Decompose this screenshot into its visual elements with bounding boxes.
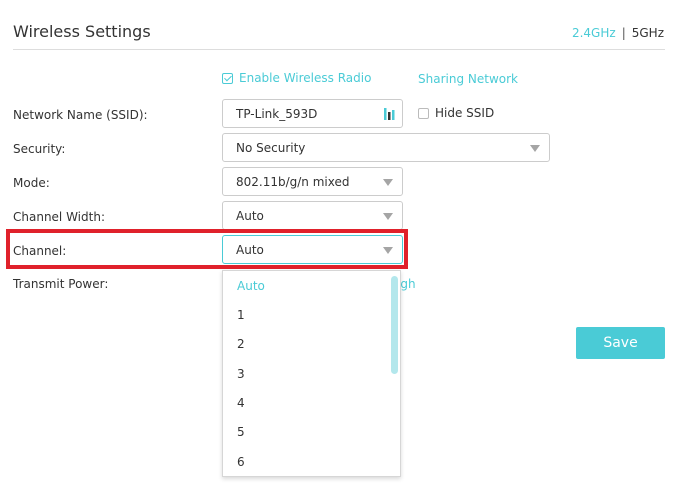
title-divider [13, 49, 665, 50]
channel-select[interactable]: Auto [222, 235, 403, 264]
channel-width-value: Auto [236, 208, 264, 223]
hide-ssid-checkbox[interactable]: Hide SSID [418, 106, 494, 120]
mode-select[interactable]: 802.11b/g/n mixed [222, 167, 403, 196]
channel-option-auto[interactable]: Auto [237, 279, 265, 293]
channel-option-5[interactable]: 5 [237, 425, 245, 439]
channel-width-label: Channel Width: [13, 210, 105, 224]
band-tabs: 2.4GHz | 5GHz [572, 26, 664, 40]
mode-label: Mode: [13, 176, 50, 190]
security-select[interactable]: No Security [222, 133, 550, 162]
channel-dropdown: Auto 1 2 3 4 5 6 [222, 270, 401, 477]
checkbox-unchecked-icon[interactable] [418, 107, 429, 119]
checkbox-checked-icon[interactable] [222, 72, 233, 84]
chevron-down-icon [530, 144, 540, 152]
channel-option-3[interactable]: 3 [237, 367, 245, 381]
mode-value: 802.11b/g/n mixed [236, 174, 350, 189]
security-value: No Security [236, 140, 306, 155]
band-separator: | [621, 26, 626, 40]
chevron-down-icon [383, 178, 393, 186]
band-tab-2-4ghz[interactable]: 2.4GHz [572, 26, 616, 40]
channel-value: Auto [236, 242, 264, 257]
enable-wireless-radio-checkbox[interactable]: Enable Wireless Radio [222, 71, 371, 85]
ssid-value: TP-Link_593D [236, 106, 318, 121]
save-button[interactable]: Save [576, 327, 665, 359]
chevron-down-icon [383, 212, 393, 220]
enable-wireless-radio-label: Enable Wireless Radio [239, 71, 372, 85]
sharing-network-link[interactable]: Sharing Network [418, 72, 518, 86]
transmit-power-label: Transmit Power: [13, 277, 109, 291]
hide-ssid-label: Hide SSID [435, 106, 495, 120]
channel-option-6[interactable]: 6 [237, 455, 245, 469]
channel-label: Channel: [13, 244, 67, 258]
channel-width-select[interactable]: Auto [222, 201, 403, 230]
channel-option-4[interactable]: 4 [237, 396, 245, 410]
band-tab-5ghz[interactable]: 5GHz [632, 26, 664, 40]
wifi-bars-icon[interactable] [384, 107, 395, 121]
ssid-label: Network Name (SSID): [13, 108, 148, 122]
channel-option-1[interactable]: 1 [237, 308, 245, 322]
security-label: Security: [13, 142, 66, 156]
dropdown-scrollbar[interactable] [391, 276, 398, 374]
channel-option-2[interactable]: 2 [237, 337, 245, 351]
chevron-down-icon [383, 246, 393, 254]
ssid-input[interactable]: TP-Link_593D [222, 99, 403, 128]
page-title: Wireless Settings [13, 22, 151, 41]
